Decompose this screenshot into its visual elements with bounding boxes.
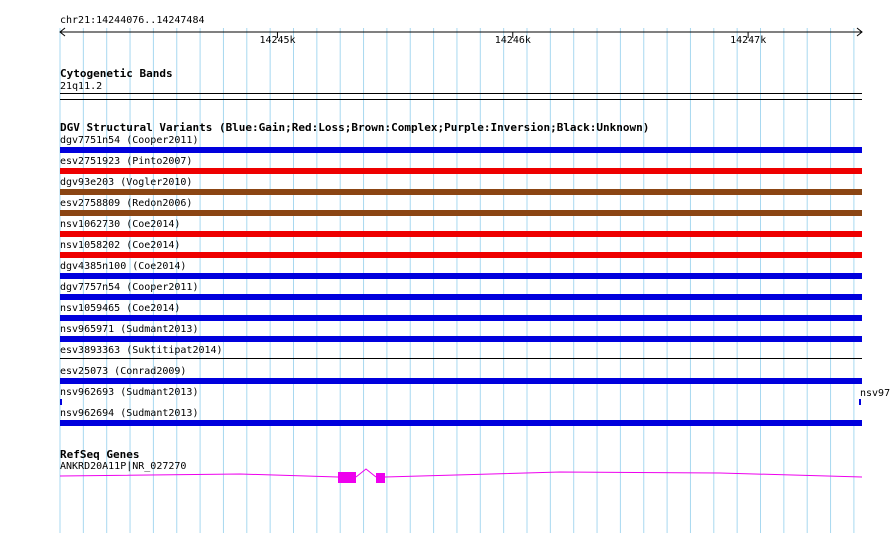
- dgv-variant-bar[interactable]: [60, 252, 862, 258]
- dgv-variant-label[interactable]: dgv4385n100 (Coe2014): [60, 261, 186, 272]
- cytoband-label: 21q11.2: [60, 81, 103, 92]
- dgv-variant-bar[interactable]: [60, 420, 862, 426]
- dgv-variant-marker[interactable]: [859, 399, 861, 405]
- dgv-variant-label[interactable]: nsv1059465 (Coe2014): [60, 303, 180, 314]
- gene-intron-line: [384, 471, 862, 478]
- dgv-variant-label[interactable]: nsv962693 (Sudmant2013): [60, 387, 198, 398]
- dgv-variant-label[interactable]: esv2751923 (Pinto2007): [60, 156, 192, 167]
- ruler-tick-label: 14245k: [259, 35, 296, 46]
- dgv-variant-bar[interactable]: [60, 294, 862, 300]
- dgv-variant-bar[interactable]: [60, 168, 862, 174]
- dgv-variant-bar[interactable]: [60, 210, 862, 216]
- dgv-variant-marker[interactable]: [60, 399, 62, 405]
- dgv-variant-label[interactable]: nsv962694 (Sudmant2013): [60, 408, 198, 419]
- gene-intron-line: [60, 473, 339, 478]
- gene-model[interactable]: [60, 466, 862, 488]
- cytoband-track-title: Cytogenetic Bands: [60, 67, 173, 80]
- dgv-variant-label[interactable]: nsv965971 (Sudmant2013): [60, 324, 198, 335]
- dgv-variant-label[interactable]: nsv1062730 (Coe2014): [60, 219, 180, 230]
- ruler-tick-label: 14247k: [730, 35, 767, 46]
- ruler-tick-label: 14246k: [494, 35, 531, 46]
- dgv-variant-bar[interactable]: [60, 147, 862, 153]
- dgv-variant-label[interactable]: dgv7751n54 (Cooper2011): [60, 135, 198, 146]
- gene-exon: [376, 473, 385, 483]
- dgv-variant-bar[interactable]: [60, 189, 862, 195]
- ruler-location: chr21:14244076..14247484: [60, 15, 205, 26]
- dgv-variant-bar[interactable]: [60, 358, 862, 359]
- gene-intron-line: [355, 468, 377, 478]
- dgv-track-title: DGV Structural Variants (Blue:Gain;Red:L…: [60, 121, 650, 134]
- dgv-variant-label[interactable]: esv2758809 (Redon2006): [60, 198, 192, 209]
- dgv-variant-bar[interactable]: [60, 378, 862, 384]
- dgv-variant-bar[interactable]: [60, 231, 862, 237]
- refseq-track-title: RefSeq Genes: [60, 448, 140, 461]
- gene-exon: [338, 472, 356, 483]
- dgv-variant-label[interactable]: nsv1058202 (Coe2014): [60, 240, 180, 251]
- dgv-variant-bar[interactable]: [60, 315, 862, 321]
- cytoband-bar[interactable]: [60, 93, 862, 100]
- dgv-variant-label[interactable]: dgv93e203 (Vogler2010): [60, 177, 192, 188]
- dgv-variant-bar[interactable]: [60, 336, 862, 342]
- dgv-variant-label[interactable]: esv25073 (Conrad2009): [60, 366, 186, 377]
- dgv-variant-bar[interactable]: [60, 273, 862, 279]
- dgv-variant-label[interactable]: esv3893363 (Suktitipat2014): [60, 345, 223, 356]
- dgv-variant-label[interactable]: dgv7757n54 (Cooper2011): [60, 282, 198, 293]
- offscreen-variant-label[interactable]: nsv97: [860, 388, 890, 399]
